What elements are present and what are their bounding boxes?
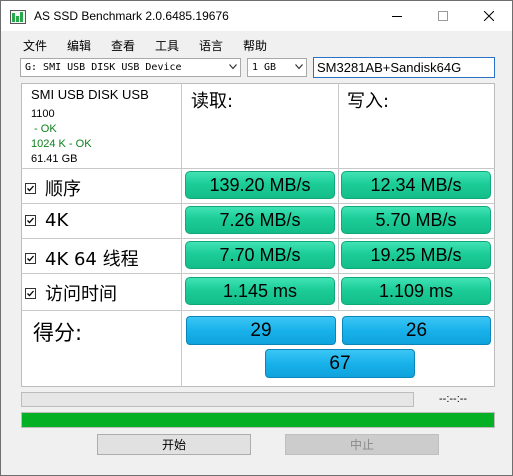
- grid-line: [21, 238, 495, 239]
- size-select-value: 1 GB: [252, 62, 277, 73]
- check-icon: [27, 290, 34, 296]
- check-icon: [27, 255, 34, 261]
- grid-line: [181, 83, 182, 387]
- read-header: 读取:: [191, 91, 234, 112]
- driver-status: - OK: [31, 123, 57, 135]
- access-write-result: 1.109 ms: [341, 277, 491, 305]
- check-icon: [27, 185, 34, 191]
- total-score: 67: [265, 349, 415, 378]
- overall-progress-bar: [21, 412, 495, 428]
- checkbox[interactable]: [25, 252, 36, 264]
- write-header: 写入:: [347, 91, 390, 112]
- maximize-icon: [438, 11, 448, 21]
- minimize-icon: [392, 16, 402, 17]
- seq-write-result: 12.34 MB/s: [341, 171, 491, 199]
- row-label-4k64[interactable]: 4K 64 线程: [25, 245, 139, 271]
- minimize-button[interactable]: [374, 1, 420, 31]
- row-label-seq[interactable]: 顺序: [25, 175, 81, 201]
- grid-line: [338, 83, 339, 311]
- row-label-access[interactable]: 访问时间: [25, 280, 117, 306]
- app-icon: [10, 9, 26, 24]
- size-select[interactable]: 1 GB: [247, 58, 307, 77]
- menu-edit[interactable]: 编辑: [67, 37, 91, 54]
- stop-button[interactable]: 中止: [285, 434, 439, 455]
- app-window: AS SSD Benchmark 2.0.6485.19676 文件 编辑 查看…: [0, 0, 513, 476]
- menu-language[interactable]: 语言: [199, 37, 223, 54]
- checkbox[interactable]: [25, 287, 36, 299]
- chevron-down-icon: [295, 64, 303, 70]
- alignment-status: 1024 K - OK: [31, 138, 92, 150]
- read-score: 29: [186, 316, 336, 345]
- title-bar: AS SSD Benchmark 2.0.6485.19676: [1, 1, 512, 31]
- window-title: AS SSD Benchmark 2.0.6485.19676: [34, 9, 229, 23]
- check-icon: [27, 217, 34, 224]
- grid-line: [21, 310, 495, 311]
- grid-line: [21, 273, 495, 274]
- menu-file[interactable]: 文件: [23, 37, 47, 54]
- grid-line: [21, 168, 495, 169]
- 4k64-read-result: 7.70 MB/s: [185, 241, 335, 269]
- menu-help[interactable]: 帮助: [243, 37, 267, 54]
- write-score: 26: [342, 316, 491, 345]
- menu-bar: 文件 编辑 查看 工具 语言 帮助: [1, 32, 512, 56]
- seq-read-result: 139.20 MB/s: [185, 171, 335, 199]
- drive-capacity: 61.41 GB: [31, 153, 78, 165]
- 4k-write-result: 5.70 MB/s: [341, 206, 491, 234]
- 4k-read-result: 7.26 MB/s: [185, 206, 335, 234]
- maximize-button[interactable]: [420, 1, 466, 31]
- drive-select-value: G: SMI USB DISK USB Device: [25, 62, 182, 73]
- row-label-text: 访问时间: [45, 284, 117, 305]
- close-button[interactable]: [466, 1, 512, 31]
- grid-line: [21, 203, 495, 204]
- task-progress-bar: [21, 392, 414, 407]
- row-label-4k[interactable]: 4K: [25, 210, 68, 231]
- close-icon: [484, 11, 494, 21]
- drive-firmware: 1100: [31, 108, 55, 120]
- row-label-text: 4K 64 线程: [45, 249, 139, 270]
- drive-name: SMI USB DISK USB: [31, 87, 149, 102]
- menu-tools[interactable]: 工具: [155, 37, 179, 54]
- drive-select[interactable]: G: SMI USB DISK USB Device: [20, 58, 241, 77]
- elapsed-time: --:--:--: [439, 393, 468, 405]
- row-label-text: 4K: [45, 210, 69, 231]
- chevron-down-icon: [229, 64, 237, 70]
- access-read-result: 1.145 ms: [185, 277, 335, 305]
- checkbox[interactable]: [25, 215, 36, 226]
- menu-view[interactable]: 查看: [111, 37, 135, 54]
- checkbox[interactable]: [25, 182, 36, 194]
- score-label: 得分:: [33, 321, 83, 345]
- name-input[interactable]: SM3281AB+Sandisk64G: [313, 57, 495, 78]
- start-button[interactable]: 开始: [97, 434, 251, 455]
- overall-progress-fill: [22, 413, 494, 427]
- row-label-text: 顺序: [45, 179, 81, 200]
- 4k64-write-result: 19.25 MB/s: [341, 241, 491, 269]
